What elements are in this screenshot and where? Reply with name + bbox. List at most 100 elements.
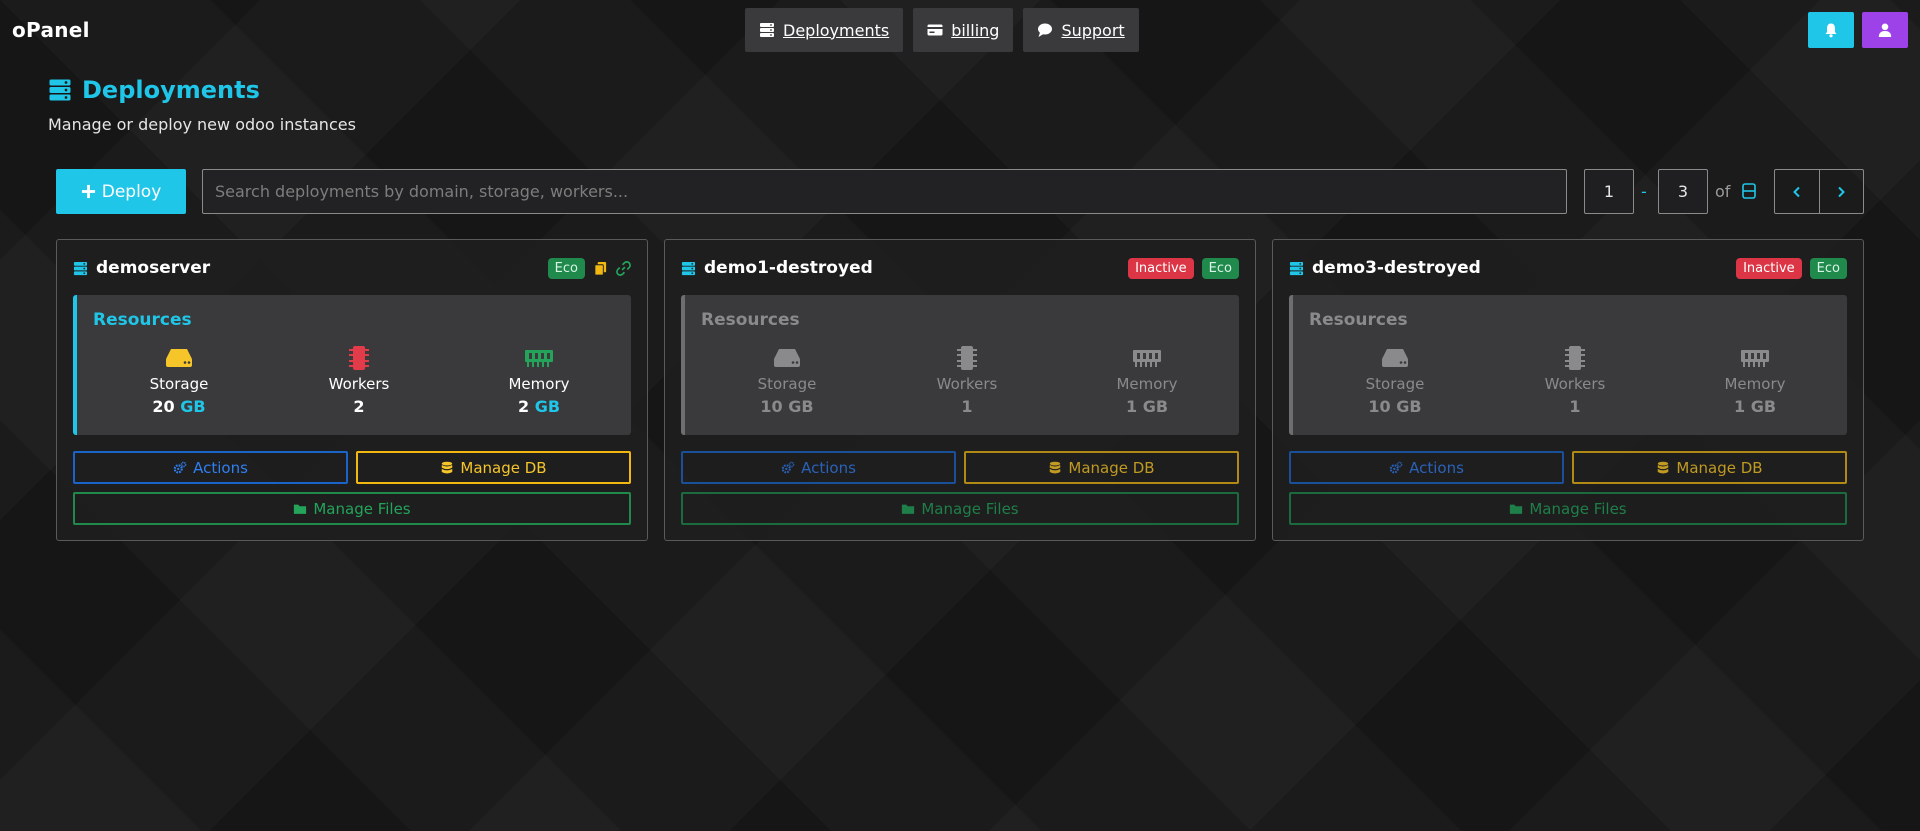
storage-stat: Storage 10 GB — [1325, 345, 1465, 416]
storage-stat: Storage 10 GB — [717, 345, 857, 416]
manage-db-label: Manage DB — [1068, 458, 1155, 477]
eco-badge: Eco — [1201, 257, 1239, 279]
card-badges: Inactive Eco — [1736, 257, 1847, 279]
storage-value: 10 GB — [1325, 397, 1465, 416]
card-badges: Eco — [547, 257, 631, 279]
nav-billing[interactable]: billing — [913, 8, 1014, 52]
manage-files-label: Manage Files — [313, 499, 411, 518]
search-input[interactable] — [202, 169, 1567, 214]
deployment-name[interactable]: demo1-destroyed — [681, 258, 873, 278]
memory-unit: GB — [1750, 397, 1777, 416]
workers-value: 2 — [353, 397, 365, 416]
storage-stat: Storage 20 GB — [109, 345, 249, 416]
card-header: demo3-destroyed Inactive Eco — [1289, 257, 1847, 279]
user-icon — [1878, 23, 1892, 37]
folder-icon — [1510, 504, 1523, 514]
memory-unit: GB — [1142, 397, 1169, 416]
deployment-name-text: demo3-destroyed — [1312, 258, 1481, 278]
storage-label: Storage — [149, 375, 209, 393]
range-of-label: of — [1715, 182, 1731, 201]
memory-icon — [1741, 350, 1769, 367]
cpu-chip-icon — [349, 346, 369, 370]
main-nav: Deployments billing Support — [745, 8, 1139, 52]
range-start-field[interactable]: 1 — [1584, 169, 1634, 214]
storage-number: 20 — [152, 397, 175, 416]
eco-badge: Eco — [1809, 257, 1847, 279]
manage-db-button[interactable]: Manage DB — [964, 451, 1239, 484]
actions-label: Actions — [801, 458, 856, 477]
server-icon — [681, 261, 696, 275]
deployment-name-text: demo1-destroyed — [704, 258, 873, 278]
prev-page-button[interactable] — [1775, 170, 1819, 213]
link-icon[interactable] — [616, 260, 631, 276]
memory-value: 2 GB — [469, 397, 609, 416]
memory-label: Memory — [508, 375, 570, 393]
memory-number: 1 — [1125, 397, 1138, 416]
cogs-icon — [173, 461, 187, 473]
storage-value: 20 GB — [109, 397, 249, 416]
deployment-card: demo1-destroyed Inactive Eco Resources S… — [664, 239, 1256, 541]
inactive-badge: Inactive — [1128, 257, 1194, 279]
nav-support[interactable]: Support — [1023, 8, 1139, 52]
range-separator: - — [1641, 182, 1647, 201]
actions-button[interactable]: Actions — [73, 451, 348, 484]
next-page-button[interactable] — [1818, 170, 1864, 213]
manage-db-label: Manage DB — [1676, 458, 1763, 477]
copy-icon[interactable] — [593, 261, 608, 276]
deployment-name[interactable]: demoserver — [73, 258, 210, 278]
nav-deployments-label: Deployments — [783, 20, 890, 40]
resources-title: Resources — [93, 310, 192, 330]
workers-value: 1 — [961, 397, 973, 416]
resources-panel: Resources Storage 20 GB Workers 2 Memory… — [73, 295, 631, 435]
pagination-arrows — [1774, 169, 1864, 214]
hdd-icon — [166, 349, 192, 367]
brand-logo[interactable]: oPanel — [12, 18, 90, 42]
page-title: Deployments — [48, 76, 260, 104]
manage-files-button[interactable]: Manage Files — [681, 492, 1239, 525]
memory-stat: Memory 1 GB — [1077, 345, 1217, 416]
manage-files-button[interactable]: Manage Files — [1289, 492, 1847, 525]
server-icon — [73, 261, 88, 275]
deployment-name[interactable]: demo3-destroyed — [1289, 258, 1481, 278]
memory-value: 1 GB — [1685, 397, 1825, 416]
server-icon — [49, 79, 71, 101]
nav-support-label: Support — [1061, 20, 1125, 40]
nav-deployments[interactable]: Deployments — [745, 8, 904, 52]
account-button[interactable] — [1862, 12, 1908, 48]
actions-label: Actions — [193, 458, 248, 477]
manage-db-button[interactable]: Manage DB — [1572, 451, 1847, 484]
storage-number: 10 — [760, 397, 783, 416]
workers-stat: Workers 2 — [289, 345, 429, 416]
plus-icon — [81, 184, 95, 199]
card-badges: Inactive Eco — [1128, 257, 1239, 279]
manage-files-label: Manage Files — [1529, 499, 1627, 518]
actions-button[interactable]: Actions — [1289, 451, 1564, 484]
cpu-chip-icon — [957, 346, 977, 370]
page-subtitle: Manage or deploy new odoo instances — [48, 115, 356, 134]
card-header: demo1-destroyed Inactive Eco — [681, 257, 1239, 279]
range-end-field[interactable]: 3 — [1658, 169, 1708, 214]
bell-icon — [1825, 23, 1837, 38]
server-icon — [760, 23, 774, 37]
deployment-card: demo3-destroyed Inactive Eco Resources S… — [1272, 239, 1864, 541]
actions-button[interactable]: Actions — [681, 451, 956, 484]
manage-db-button[interactable]: Manage DB — [356, 451, 631, 484]
memory-number: 2 — [517, 397, 530, 416]
deploy-button[interactable]: Deploy — [56, 169, 186, 214]
workers-label: Workers — [1544, 375, 1606, 393]
server-icon — [1289, 261, 1304, 275]
memory-icon — [1133, 350, 1161, 367]
notifications-button[interactable] — [1808, 12, 1854, 48]
hdd-icon — [774, 349, 800, 367]
workers-stat: Workers 1 — [897, 345, 1037, 416]
nav-billing-label: billing — [951, 20, 1000, 40]
workers-value: 1 — [1569, 397, 1581, 416]
actions-label: Actions — [1409, 458, 1464, 477]
storage-label: Storage — [757, 375, 817, 393]
database-icon — [1658, 461, 1669, 473]
memory-icon — [525, 350, 553, 367]
manage-files-button[interactable]: Manage Files — [73, 492, 631, 525]
resources-title: Resources — [1309, 310, 1408, 330]
folder-icon — [902, 504, 915, 514]
cpu-chip-icon — [1565, 346, 1585, 370]
